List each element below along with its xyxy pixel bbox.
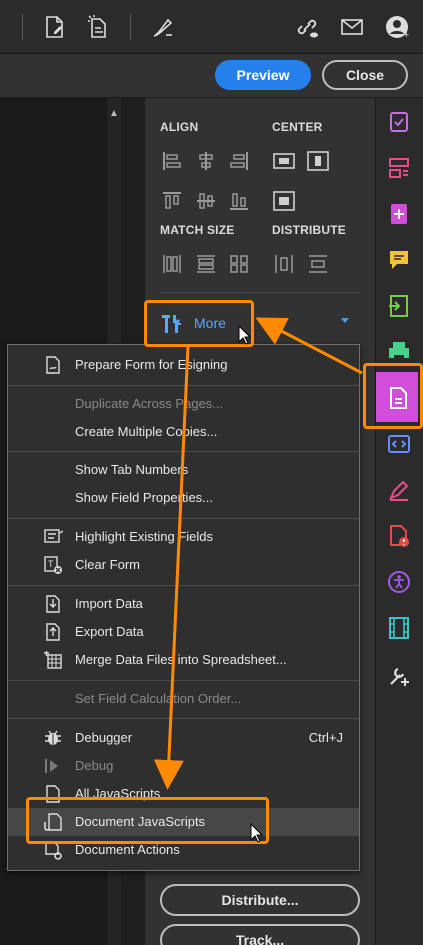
accessibility-alert-icon[interactable]	[387, 524, 411, 548]
fill-sign-icon[interactable]	[387, 478, 411, 502]
svg-text:+: +	[404, 30, 409, 40]
menu-separator	[8, 518, 359, 519]
more-tools-icon[interactable]	[387, 664, 411, 688]
file-magic-icon[interactable]	[86, 14, 112, 40]
align-middle-icon[interactable]	[195, 190, 217, 212]
distribute-button[interactable]: Distribute...	[160, 884, 360, 916]
menu-item-label: Create Multiple Copies...	[75, 424, 218, 439]
menu-item-debug[interactable]: Debug	[8, 752, 359, 780]
debugger-icon	[45, 730, 61, 745]
export-pdf-icon[interactable]	[387, 294, 411, 318]
sign-pen-icon[interactable]	[150, 14, 176, 40]
action-bar: Preview Close	[0, 54, 423, 98]
prepare-form-highlight	[363, 363, 423, 429]
menu-item-highlight-existing-fields[interactable]: Highlight Existing Fields	[8, 523, 359, 551]
menu-separator	[8, 680, 359, 681]
menu-item-label: Merge Data Files into Spreadsheet...	[75, 652, 287, 667]
menu-item-duplicate-across-pages[interactable]: Duplicate Across Pages...	[8, 390, 359, 418]
match-width-icon[interactable]	[161, 253, 183, 275]
menu-item-prepare-form-esigning[interactable]: Prepare Form for Esigning	[8, 351, 359, 379]
menu-item-import-data[interactable]: Import Data	[8, 590, 359, 618]
menu-item-label: Debugger	[75, 730, 133, 745]
menu-item-label: Document Actions	[75, 842, 180, 857]
menu-item-label: Duplicate Across Pages...	[75, 396, 224, 411]
menu-item-label: Set Field Calculation Order...	[75, 691, 242, 706]
close-button[interactable]: Close	[322, 60, 408, 90]
account-icon[interactable]: +	[384, 14, 410, 40]
menu-item-debugger[interactable]: Debugger Ctrl+J	[8, 724, 359, 752]
debug-icon	[45, 759, 58, 773]
menu-item-show-tab-numbers[interactable]: Show Tab Numbers	[8, 456, 359, 484]
link-cloud-icon[interactable]	[294, 14, 320, 40]
center-vertical-icon[interactable]	[307, 150, 329, 172]
print-production-icon[interactable]	[387, 340, 411, 364]
toolbar-separator	[130, 14, 131, 40]
menu-item-shortcut: Ctrl+J	[308, 730, 343, 745]
svg-text:T: T	[48, 559, 54, 569]
menu-separator	[8, 385, 359, 386]
top-toolbar: +	[0, 0, 423, 54]
rich-media-icon[interactable]	[387, 616, 411, 640]
file-edit-icon[interactable]	[42, 14, 68, 40]
menu-separator	[8, 451, 359, 452]
menu-item-label: Export Data	[75, 624, 144, 639]
menu-separator	[8, 585, 359, 586]
menu-item-export-data[interactable]: Export Data	[8, 618, 359, 646]
export-data-icon	[46, 623, 60, 641]
prepare-form-icon	[46, 356, 60, 374]
distribute-vertical-icon[interactable]	[307, 253, 329, 275]
document-javascripts-highlight	[26, 797, 269, 844]
toolbar-separator	[22, 14, 23, 40]
match-both-icon[interactable]	[228, 253, 250, 275]
mail-icon[interactable]	[339, 14, 365, 40]
match-size-section-label: MATCH SIZE	[160, 223, 235, 237]
track-button[interactable]: Track...	[160, 924, 360, 945]
chevron-down-icon[interactable]	[341, 318, 349, 323]
preview-button[interactable]: Preview	[215, 60, 311, 90]
menu-item-label: Import Data	[75, 596, 143, 611]
menu-item-label: Debug	[75, 758, 114, 773]
menu-item-set-field-calculation-order[interactable]: Set Field Calculation Order...	[8, 685, 359, 713]
menu-item-label: Clear Form	[75, 557, 141, 572]
accessibility-icon[interactable]	[387, 570, 411, 594]
menu-item-merge-data-files[interactable]: Merge Data Files into Spreadsheet...	[8, 646, 359, 674]
mouse-cursor-icon	[250, 823, 264, 843]
align-right-icon[interactable]	[228, 150, 250, 172]
menu-item-create-multiple-copies[interactable]: Create Multiple Copies...	[8, 418, 359, 446]
clear-form-icon: T	[44, 556, 62, 574]
mouse-cursor-icon	[238, 325, 252, 345]
import-data-icon	[46, 595, 60, 613]
create-pdf-icon[interactable]	[387, 202, 411, 226]
align-bottom-icon[interactable]	[228, 190, 250, 212]
center-horizontal-icon[interactable]	[273, 150, 295, 172]
menu-item-label: Show Field Properties...	[75, 490, 214, 505]
center-both-icon[interactable]	[273, 190, 295, 212]
match-height-icon[interactable]	[195, 253, 217, 275]
menu-item-label: Prepare Form for Esigning	[75, 357, 228, 372]
distribute-section-label: DISTRIBUTE	[272, 223, 346, 237]
checklist-icon[interactable]	[387, 110, 411, 134]
center-section-label: CENTER	[272, 120, 323, 134]
panel-divider	[160, 292, 360, 293]
organize-icon[interactable]	[387, 156, 411, 180]
menu-item-label: Highlight Existing Fields	[75, 529, 214, 544]
align-center-horizontal-icon[interactable]	[195, 150, 217, 172]
align-section-label: ALIGN	[160, 120, 199, 134]
align-top-icon[interactable]	[161, 190, 183, 212]
align-left-icon[interactable]	[161, 150, 183, 172]
merge-data-icon	[44, 651, 62, 669]
menu-separator	[8, 718, 359, 719]
comment-icon[interactable]	[387, 248, 411, 272]
menu-item-clear-form[interactable]: T Clear Form	[8, 551, 359, 579]
distribute-horizontal-icon[interactable]	[273, 253, 295, 275]
menu-item-show-field-properties[interactable]: Show Field Properties...	[8, 484, 359, 512]
more-context-menu: Prepare Form for Esigning Duplicate Acro…	[7, 344, 360, 871]
highlight-fields-icon	[44, 529, 63, 543]
menu-item-label: Show Tab Numbers	[75, 462, 189, 477]
javascript-icon[interactable]	[387, 432, 411, 456]
scroll-up-icon[interactable]: ▲	[109, 108, 119, 119]
